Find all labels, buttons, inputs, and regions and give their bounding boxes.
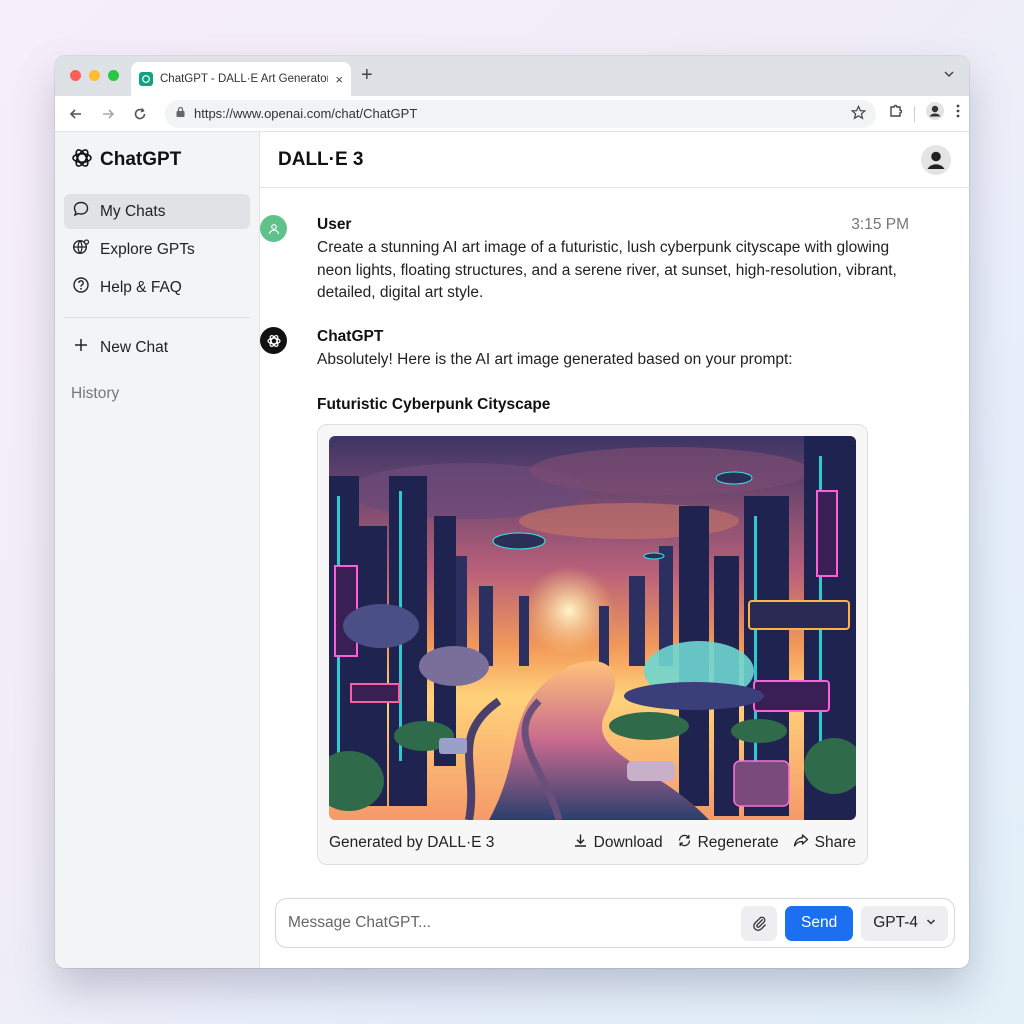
chatgpt-avatar-icon <box>260 327 287 354</box>
image-footer: Generated by DALL·E 3 Download Regenerat… <box>329 822 856 864</box>
message-text: Create a stunning AI art image of a futu… <box>317 239 897 301</box>
share-arrow-icon <box>793 833 809 853</box>
sidebar-item-label: Help & FAQ <box>100 278 182 296</box>
tab-title: ChatGPT - DALL·E Art Generator <box>160 73 329 85</box>
paperclip-icon <box>752 916 766 931</box>
assistant-message: ChatGPT Absolutely! Here is the AI art i… <box>260 325 909 865</box>
download-label: Download <box>593 833 663 851</box>
back-arrow-icon[interactable] <box>63 101 89 127</box>
user-avatar-button[interactable] <box>921 144 951 175</box>
message-input[interactable] <box>288 914 733 932</box>
history-heading: History <box>71 385 120 402</box>
sidebar-item-my-chats[interactable]: My Chats <box>64 194 250 229</box>
download-icon <box>573 833 588 853</box>
address-bar[interactable]: https://www.openai.com/chat/ChatGPT <box>165 99 876 128</box>
chat-main: DALL·E 3 User 3:15 PM Create a stunning … <box>260 132 969 968</box>
tab-strip: ChatGPT - DALL·E Art Generator × + <box>55 56 969 96</box>
browser-tab[interactable]: ChatGPT - DALL·E Art Generator × <box>131 62 351 96</box>
toolbar-right <box>888 101 961 126</box>
regenerate-button[interactable]: Regenerate <box>677 833 779 853</box>
url-text: https://www.openai.com/chat/ChatGPT <box>194 106 418 121</box>
regenerate-label: Regenerate <box>697 833 779 851</box>
model-label: GPT-4 <box>873 914 918 931</box>
user-avatar-icon <box>260 215 287 242</box>
brand[interactable]: ChatGPT <box>64 146 250 174</box>
sidebar-divider <box>64 317 250 318</box>
maximize-window-button[interactable] <box>108 70 119 81</box>
chevron-down-icon <box>926 914 936 932</box>
kebab-menu-icon[interactable] <box>955 103 961 124</box>
brand-name: ChatGPT <box>100 149 182 170</box>
bookmark-star-icon[interactable] <box>850 104 867 123</box>
help-icon <box>72 276 90 299</box>
message-text: Absolutely! Here is the AI art image gen… <box>317 351 793 368</box>
refresh-icon <box>677 833 692 853</box>
generated-image-card: Generated by DALL·E 3 Download Regenerat… <box>317 423 868 865</box>
attach-button[interactable] <box>741 905 777 941</box>
openai-favicon-icon <box>139 72 153 86</box>
lock-icon <box>175 106 186 121</box>
model-selector[interactable]: GPT-4 <box>861 905 948 941</box>
download-button[interactable]: Download <box>573 833 663 853</box>
sidebar: ChatGPT My Chats Explore GPTs Help & FAQ <box>55 132 260 968</box>
chat-bubble-icon <box>72 200 90 223</box>
tab-close-icon[interactable]: × <box>335 72 343 87</box>
message-timestamp: 3:15 PM <box>851 216 909 233</box>
globe-icon <box>72 238 90 261</box>
page-title: DALL·E 3 <box>278 148 364 170</box>
sidebar-item-label: Explore GPTs <box>100 240 195 258</box>
forward-arrow-icon[interactable] <box>95 101 121 127</box>
new-tab-button[interactable]: + <box>361 64 373 87</box>
plus-icon <box>72 336 90 359</box>
browser-toolbar: https://www.openai.com/chat/ChatGPT <box>55 96 969 132</box>
window-controls <box>70 70 119 81</box>
reload-icon[interactable] <box>127 101 153 127</box>
sidebar-item-label: My Chats <box>100 202 166 220</box>
message-composer: Send GPT-4 <box>275 898 955 948</box>
sidebar-item-explore-gpts[interactable]: Explore GPTs <box>64 232 250 267</box>
chat-header: DALL·E 3 <box>260 132 969 188</box>
close-window-button[interactable] <box>70 70 81 81</box>
generated-cityscape-image[interactable] <box>329 435 856 820</box>
extensions-puzzle-icon[interactable] <box>888 103 904 124</box>
browser-window: ChatGPT - DALL·E Art Generator × + https… <box>55 56 969 968</box>
send-button[interactable]: Send <box>785 905 854 941</box>
tab-search-chevron-icon[interactable] <box>943 68 955 83</box>
openai-logo-icon <box>70 146 94 175</box>
user-message: User 3:15 PM Create a stunning AI art im… <box>260 213 909 305</box>
sidebar-item-help-faq[interactable]: Help & FAQ <box>64 270 250 305</box>
share-button[interactable]: Share <box>793 833 856 853</box>
new-chat-label: New Chat <box>100 338 169 356</box>
image-title: Futuristic Cyberpunk Cityscape <box>317 395 551 413</box>
toolbar-divider <box>914 105 915 122</box>
user-avatar-icon <box>927 151 945 169</box>
message-author: User <box>317 216 352 233</box>
generated-by-label: Generated by DALL·E 3 <box>329 833 495 851</box>
chat-app: ChatGPT My Chats Explore GPTs Help & FAQ <box>55 132 969 968</box>
message-author: ChatGPT <box>317 328 384 345</box>
profile-icon[interactable] <box>925 101 945 126</box>
share-label: Share <box>814 833 856 851</box>
minimize-window-button[interactable] <box>89 70 100 81</box>
new-chat-button[interactable]: New Chat <box>64 330 250 365</box>
